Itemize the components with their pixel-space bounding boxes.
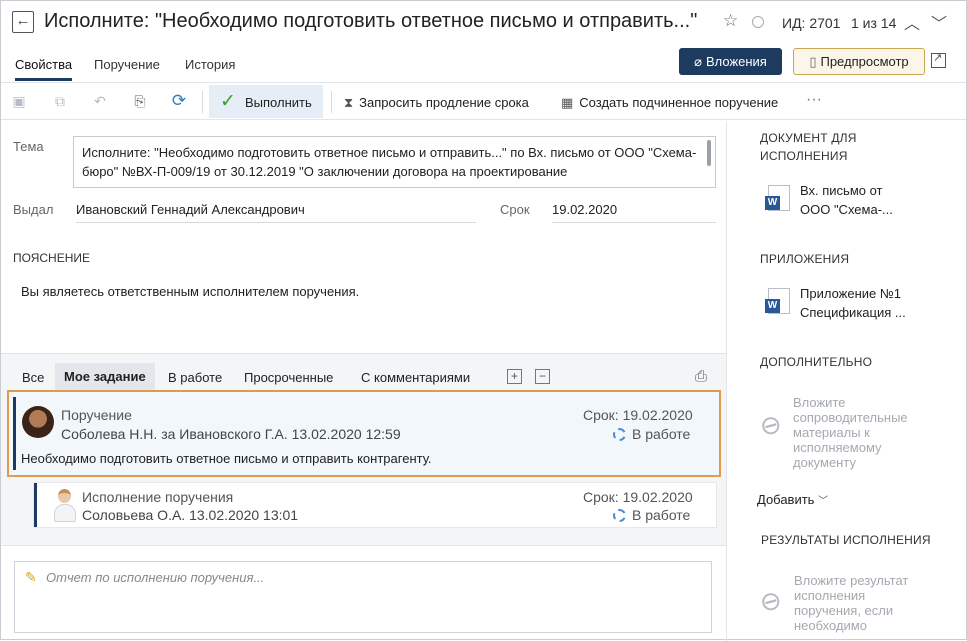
more-options-icon[interactable]: ···	[806, 91, 822, 109]
issued-by-label: Выдал	[13, 202, 54, 217]
preview-button[interactable]: ▯ Предпросмотр	[793, 48, 925, 75]
subtask-author: Соловьева О.А. 13.02.2020 13:01	[82, 507, 299, 523]
add-dropdown[interactable]: Добавить ﹀	[757, 492, 828, 507]
task-card[interactable]: Поручение Соболева Н.Н. за Ивановского Г…	[7, 390, 721, 477]
task-title: Поручение	[61, 407, 132, 423]
undo-icon[interactable]: ↶	[92, 93, 108, 109]
subject-label: Тема	[13, 139, 44, 154]
execute-button[interactable]: ✓ Выполнить	[209, 85, 323, 118]
expand-all-icon[interactable]: +	[507, 369, 522, 384]
due-date-label: Срок	[500, 202, 530, 217]
subject-scrollbar[interactable]	[707, 140, 711, 166]
task-due: Срок: 19.02.2020	[583, 407, 693, 423]
task-indicator-bar	[13, 397, 16, 470]
attachment-link[interactable]: Приложение №1 Спецификация ...	[800, 284, 922, 322]
print-icon[interactable]: ⎙	[695, 368, 707, 385]
filter-overdue[interactable]: Просроченные	[244, 370, 333, 385]
avatar	[22, 406, 54, 438]
task-status-label: В работе	[632, 426, 691, 442]
explanation-text: Вы являетесь ответственным исполнителем …	[21, 284, 360, 299]
create-subtask-button[interactable]: ▦ Создать подчиненное поручение	[561, 95, 778, 111]
save-copy-icon[interactable]: ⧉	[52, 93, 68, 109]
task-text: Необходимо подготовить ответное письмо и…	[21, 451, 432, 466]
in-progress-icon	[613, 428, 626, 441]
refresh-icon[interactable]: ⟳	[171, 92, 187, 109]
task-status: В работе	[613, 426, 690, 442]
extra-section-heading: ДОПОЛНИТЕЛЬНО	[760, 355, 873, 369]
tab-history[interactable]: История	[185, 57, 235, 72]
tab-assignment[interactable]: Поручение	[94, 57, 160, 72]
avatar	[49, 487, 81, 523]
title-bar: ← Исполните: "Необходимо подготовить отв…	[1, 1, 966, 45]
due-date-field[interactable]: 19.02.2020	[552, 202, 716, 223]
favorite-star-icon[interactable]: ☆	[723, 11, 738, 31]
attachments-label: Вложения	[705, 54, 767, 69]
page-title: Исполните: "Необходимо подготовить ответ…	[44, 10, 698, 32]
paperclip-icon: ⊘	[754, 406, 789, 444]
subject-field[interactable]: Исполните: "Необходимо подготовить ответ…	[73, 136, 716, 188]
preview-label: Предпросмотр	[820, 54, 909, 69]
word-document-icon: W	[765, 288, 790, 314]
filter-all[interactable]: Все	[22, 370, 44, 385]
filter-my-task[interactable]: Мое задание	[55, 363, 155, 390]
extra-hint[interactable]: Вложите сопроводительные материалы к исп…	[793, 395, 923, 470]
copy-icon[interactable]: ⎘	[132, 93, 148, 109]
pencil-icon: ✎	[25, 569, 37, 585]
toolbar-divider	[202, 91, 203, 113]
filter-with-comments[interactable]: С комментариями	[361, 370, 470, 385]
word-document-icon: W	[765, 185, 790, 211]
results-hint[interactable]: Вложите результат исполнения поручения, …	[794, 573, 918, 633]
subtask-due: Срок: 19.02.2020	[583, 489, 693, 505]
results-section-heading: РЕЗУЛЬТАТЫ ИСПОЛНЕНИЯ	[761, 533, 931, 547]
report-input[interactable]: ✎ Отчет по исполнению поручения...	[14, 561, 712, 633]
toolbar: ▣ ⧉ ↶ ⎘ ⟳ ✓ Выполнить ⧗ Запросить продлен…	[1, 82, 966, 120]
document-card-window: ← Исполните: "Необходимо подготовить отв…	[0, 0, 967, 641]
chevron-down-icon: ﹀	[818, 496, 829, 507]
preview-doc-icon: ▯	[809, 54, 817, 69]
execute-label: Выполнить	[245, 95, 312, 110]
subtask-card[interactable]: Исполнение поручения Соловьева О.А. 13.0…	[33, 482, 717, 528]
panel-divider	[726, 121, 727, 641]
in-progress-icon	[613, 509, 626, 522]
tasks-section: Все Мое задание В работе Просроченные С …	[1, 353, 726, 545]
source-document-link[interactable]: Вх. письмо от ООО "Схема-...	[800, 181, 910, 219]
save-icon[interactable]: ▣	[11, 93, 27, 109]
status-circle-icon[interactable]	[752, 16, 764, 28]
explanation-heading: ПОЯСНЕНИЕ	[13, 251, 90, 265]
create-subtask-label: Создать подчиненное поручение	[579, 95, 779, 110]
back-arrow-icon[interactable]: ←	[12, 11, 34, 33]
hourglass-icon: ⧗	[344, 95, 354, 110]
doc-section-heading: ДОКУМЕНТ ДЛЯ ИСПОЛНЕНИЯ	[760, 131, 857, 163]
pager-counter: 1 из 14	[851, 15, 897, 31]
report-placeholder: Отчет по исполнению поручения...	[46, 570, 265, 585]
tab-properties[interactable]: Свойства	[15, 57, 73, 81]
properties-form: Тема Исполните: "Необходимо подготовить …	[1, 121, 726, 351]
checkmark-icon: ✓	[220, 91, 236, 112]
request-extension-label: Запросить продление срока	[359, 95, 529, 110]
collapse-all-icon[interactable]: −	[535, 369, 550, 384]
attachments-section-heading: ПРИЛОЖЕНИЯ	[760, 252, 850, 266]
add-label: Добавить	[757, 492, 815, 507]
subtask-title: Исполнение поручения	[82, 489, 234, 505]
filter-in-progress[interactable]: В работе	[168, 370, 222, 385]
chevron-up-icon[interactable]: ︿	[904, 10, 920, 34]
report-area: ✎ Отчет по исполнению поручения...	[1, 545, 726, 641]
subtask-indicator-bar	[34, 483, 37, 527]
document-id: ИД: 2701	[782, 15, 841, 31]
issued-by-field[interactable]: Ивановский Геннадий Александрович	[76, 202, 476, 223]
calendar-task-icon: ▦	[561, 95, 574, 110]
paperclip-icon: ⌀	[694, 54, 702, 69]
chevron-down-icon[interactable]: ﹀	[931, 10, 947, 34]
task-author: Соболева Н.Н. за Ивановского Г.А. 13.02.…	[61, 426, 401, 442]
open-new-window-icon[interactable]	[931, 51, 946, 68]
paperclip-icon: ⊘	[754, 582, 789, 620]
subtask-status: В работе	[613, 507, 690, 523]
attachments-button[interactable]: ⌀ Вложения	[679, 48, 782, 75]
toolbar-divider	[331, 91, 332, 113]
request-extension-button[interactable]: ⧗ Запросить продление срока	[344, 95, 529, 111]
subtask-status-label: В работе	[632, 507, 691, 523]
